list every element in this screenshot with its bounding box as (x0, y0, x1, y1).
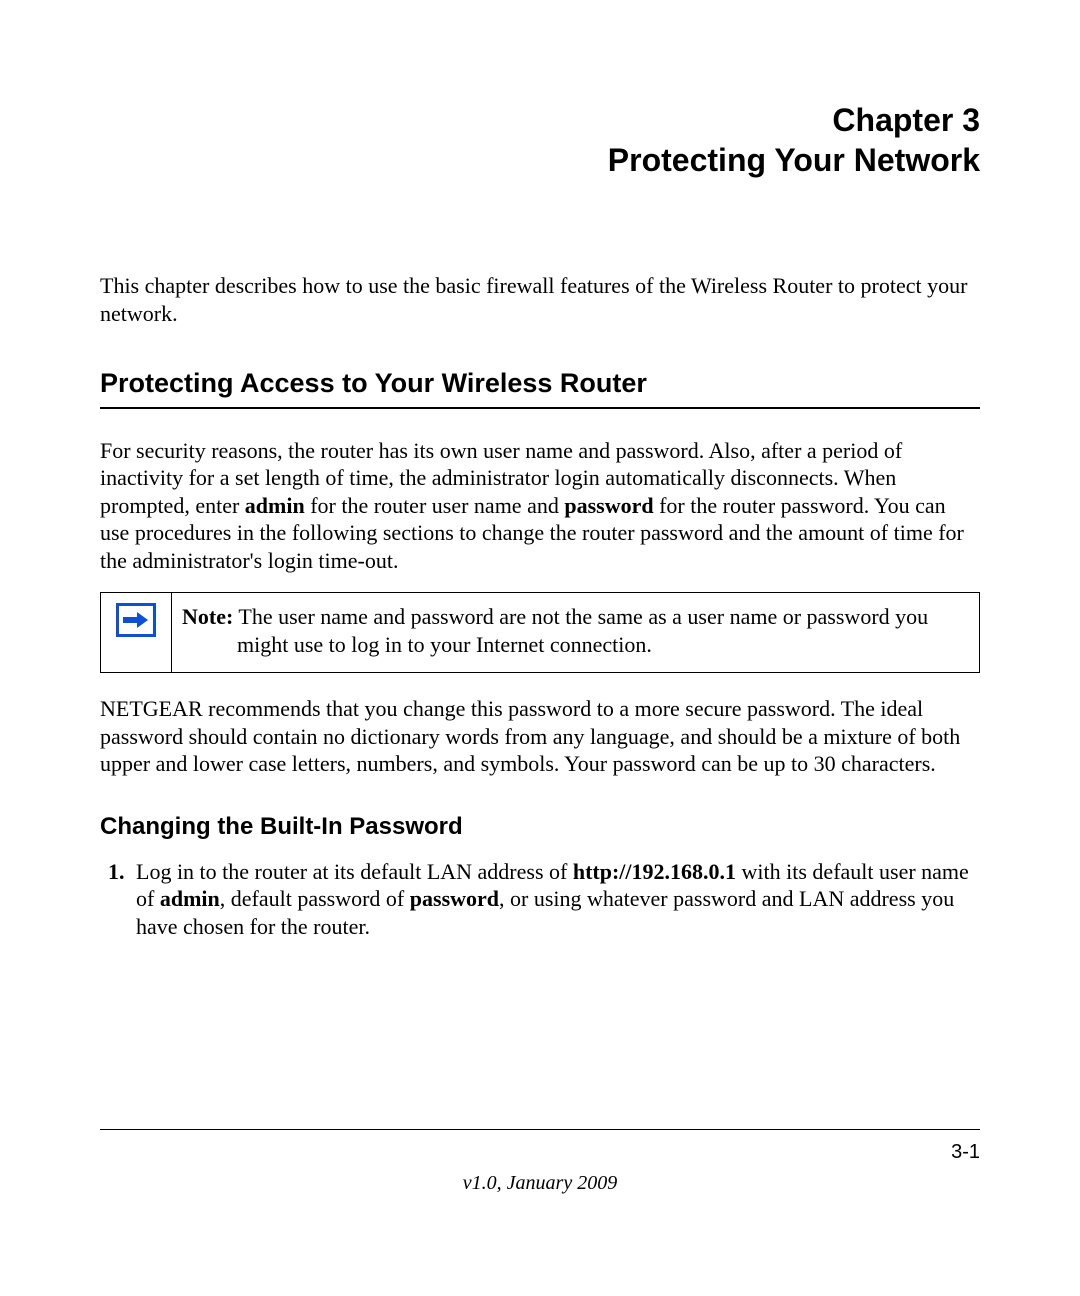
chapter-title-text: Protecting Your Network (608, 142, 980, 178)
note-body: The user name and password are not the s… (233, 604, 928, 657)
step-1: Log in to the router at its default LAN … (130, 858, 980, 941)
version-line: v1.0, January 2009 (100, 1171, 980, 1196)
document-page: Chapter 3 Protecting Your Network This c… (0, 0, 1080, 1296)
section1-paragraph1: For security reasons, the router has its… (100, 437, 980, 575)
section-heading-protecting-access: Protecting Access to Your Wireless Route… (100, 367, 980, 409)
note-icon-cell (101, 593, 172, 672)
chapter-number: Chapter 3 (832, 102, 980, 138)
footer-rule (100, 1129, 980, 1130)
note-text: Note: The user name and password are not… (172, 593, 979, 672)
steps-list: Log in to the router at its default LAN … (100, 858, 980, 941)
chapter-heading: Chapter 3 Protecting Your Network (100, 100, 980, 180)
note-callout: Note: The user name and password are not… (100, 592, 980, 673)
subsection-heading-changing-password: Changing the Built-In Password (100, 812, 980, 842)
page-footer: 3-1 v1.0, January 2009 (100, 1129, 980, 1196)
section1-paragraph2: NETGEAR recommends that you change this … (100, 695, 980, 778)
page-number: 3-1 (100, 1140, 980, 1165)
intro-paragraph: This chapter describes how to use the ba… (100, 272, 980, 327)
arrow-right-icon (116, 603, 156, 637)
note-label: Note: (182, 604, 233, 629)
